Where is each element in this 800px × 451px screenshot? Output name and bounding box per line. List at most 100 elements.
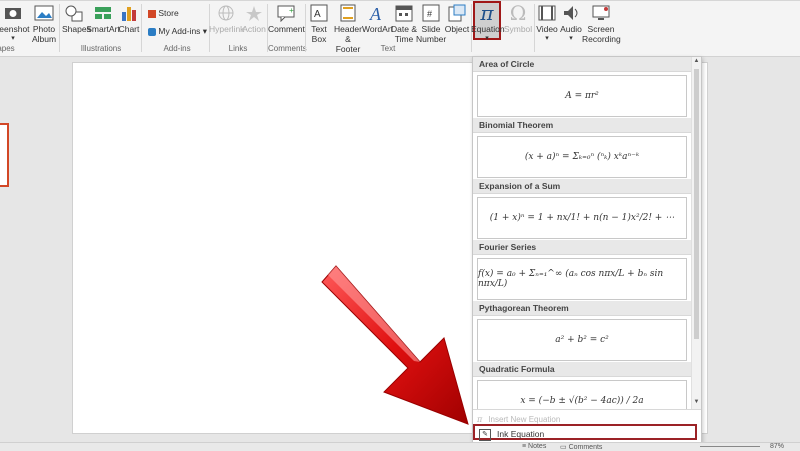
header-footer-label-1: Header xyxy=(334,24,362,34)
smartart-label: SmartArt xyxy=(86,24,120,34)
red-arrow-annotation xyxy=(321,265,469,425)
screen-recording-icon xyxy=(592,5,610,20)
gallery-item-binomial-theorem[interactable]: Binomial Theorem (x + a)ⁿ = Σₖ₌₀ⁿ (ⁿₖ) x… xyxy=(473,118,691,179)
gallery-item-fourier-series[interactable]: Fourier Series f(x) = a₀ + Σₙ₌₁^∞ (aₙ co… xyxy=(473,240,691,301)
insert-new-equation-label: Insert New Equation xyxy=(488,415,561,424)
scroll-down-icon[interactable]: ▼ xyxy=(693,399,700,405)
gallery-item-title: Quadratic Formula xyxy=(473,362,691,377)
scrollbar-thumb[interactable] xyxy=(694,69,699,339)
gallery-formula[interactable]: (1 + x)ⁿ = 1 + nx/1! + n(n − 1)x²/2! + ⋯ xyxy=(477,197,687,239)
screen-recording-label-2: Recording xyxy=(582,34,621,44)
audio-label: Audio xyxy=(560,24,582,34)
text-box-icon: A xyxy=(310,4,328,22)
ink-pen-icon: ✎ xyxy=(479,428,491,441)
dropdown-chevron-icon: ▾ xyxy=(569,35,573,42)
ribbon-top-border xyxy=(0,0,800,1)
slide-number-button[interactable]: # Slide Number xyxy=(416,4,446,44)
comment-label: Comment xyxy=(268,24,305,34)
my-addins-label: My Add-ins xyxy=(158,26,201,36)
gallery-item-pythagorean-theorem[interactable]: Pythagorean Theorem a² + b² = c² xyxy=(473,301,691,362)
my-addins-button[interactable]: My Add-ins ▾ xyxy=(148,26,207,37)
gallery-item-title: Expansion of a Sum xyxy=(473,179,691,194)
star-action-icon xyxy=(246,6,262,21)
gallery-item-expansion-of-a-sum[interactable]: Expansion of a Sum (1 + x)ⁿ = 1 + nx/1! … xyxy=(473,179,691,240)
notes-button[interactable]: ≡ Notes xyxy=(522,443,546,450)
symbol-label: Symbol xyxy=(503,24,533,34)
video-button[interactable]: Video ▾ xyxy=(535,4,559,44)
gallery-item-area-of-circle[interactable]: Area of Circle A = πr² xyxy=(473,57,691,118)
gallery-item-title: Pythagorean Theorem xyxy=(473,301,691,316)
group-label-text: Text xyxy=(380,44,396,53)
shapes-label: Shapes xyxy=(62,24,91,34)
dropdown-chevron-icon: ▾ xyxy=(11,35,15,42)
equation-button[interactable]: π Equation ▾ xyxy=(471,2,505,44)
gallery-formula[interactable]: a² + b² = c² xyxy=(477,319,687,361)
group-label-comments: Comments xyxy=(268,44,307,53)
symbol-button[interactable]: Ω Symbol xyxy=(503,2,533,34)
chart-button[interactable]: Chart xyxy=(118,4,140,34)
screenshot-button[interactable]: reenshot ▾ xyxy=(0,4,30,44)
gallery-footer: π Insert New Equation ✎ Ink Equation xyxy=(473,409,701,444)
chart-label: Chart xyxy=(118,24,140,34)
svg-text:#: # xyxy=(427,9,432,19)
globe-link-icon xyxy=(218,5,234,21)
slide-thumbnail-pane[interactable] xyxy=(0,57,14,442)
wordart-button[interactable]: A WordArt xyxy=(362,4,394,34)
dropdown-chevron-icon: ▾ xyxy=(485,35,489,42)
slide-number-label-1: Slide xyxy=(421,24,441,34)
scroll-up-icon[interactable]: ▲ xyxy=(693,58,700,64)
smartart-button[interactable]: SmartArt xyxy=(86,4,120,34)
store-icon xyxy=(148,9,156,18)
smartart-icon xyxy=(95,7,111,19)
object-label: Object xyxy=(444,24,470,34)
gallery-formula[interactable]: (x + a)ⁿ = Σₖ₌₀ⁿ (ⁿₖ) xᵏaⁿ⁻ᵏ xyxy=(477,136,687,178)
svg-text:A: A xyxy=(369,4,382,22)
video-icon xyxy=(538,5,556,21)
store-button[interactable]: Store xyxy=(148,8,179,18)
gallery-formula[interactable]: f(x) = a₀ + Σₙ₌₁^∞ (aₙ cos nπx/L + bₙ si… xyxy=(477,258,687,300)
group-label-images: apes xyxy=(0,44,15,53)
calendar-icon xyxy=(395,5,413,22)
shapes-button[interactable]: Shapes xyxy=(62,4,91,34)
gallery-item-title: Binomial Theorem xyxy=(473,118,691,133)
view-buttons[interactable] xyxy=(610,443,670,450)
pi-icon: π xyxy=(477,415,483,424)
equation-gallery[interactable]: Area of Circle A = πr² Binomial Theorem … xyxy=(472,56,702,444)
ink-equation-label: Ink Equation xyxy=(497,429,545,439)
gallery-formula[interactable]: x = (−b ± √(b² − 4ac)) / 2a xyxy=(477,380,687,409)
chart-icon xyxy=(122,7,136,21)
object-button[interactable]: Object xyxy=(444,4,470,34)
svg-text:+: + xyxy=(289,6,294,15)
zoom-slider[interactable] xyxy=(700,446,760,447)
text-box-label-2: Box xyxy=(311,34,327,44)
date-time-label-1: Date & xyxy=(391,24,417,34)
slide-number-icon: # xyxy=(422,4,440,22)
wordart-label: WordArt xyxy=(362,24,394,34)
audio-button[interactable]: Audio ▾ xyxy=(559,4,583,44)
action-button[interactable]: Action xyxy=(242,4,266,34)
comment-button[interactable]: + Comment xyxy=(268,4,305,34)
date-time-button[interactable]: Date & Time xyxy=(391,4,417,44)
ink-equation-item[interactable]: ✎ Ink Equation xyxy=(473,424,697,441)
hyperlink-button[interactable]: Hyperlink xyxy=(209,4,245,34)
screen-recording-label-1: Screen xyxy=(587,24,615,34)
screen-recording-button[interactable]: Screen Recording xyxy=(582,4,621,44)
store-label: Store xyxy=(158,8,179,18)
addins-icon xyxy=(148,27,156,36)
text-box-label-1: Text xyxy=(311,24,327,34)
slide-thumbnail[interactable] xyxy=(0,123,9,187)
photo-album-button[interactable]: Photo Album xyxy=(30,4,58,44)
photo-album-label-2: Album xyxy=(31,34,57,44)
gallery-item-title: Area of Circle xyxy=(473,57,691,72)
group-label-illustrations: Illustrations xyxy=(80,44,122,53)
gallery-item-quadratic-formula[interactable]: Quadratic Formula x = (−b ± √(b² − 4ac))… xyxy=(473,362,691,409)
gallery-formula[interactable]: A = πr² xyxy=(477,75,687,117)
zoom-level[interactable]: 87% xyxy=(770,443,784,450)
video-label: Video xyxy=(536,24,558,34)
text-box-button[interactable]: A Text Box xyxy=(306,4,332,44)
shapes-icon xyxy=(65,5,83,22)
gallery-item-title: Fourier Series xyxy=(473,240,691,255)
hyperlink-label: Hyperlink xyxy=(209,24,245,34)
gallery-scrollbar[interactable]: ▲ ▼ xyxy=(691,57,701,409)
wordart-icon: A xyxy=(369,4,382,22)
